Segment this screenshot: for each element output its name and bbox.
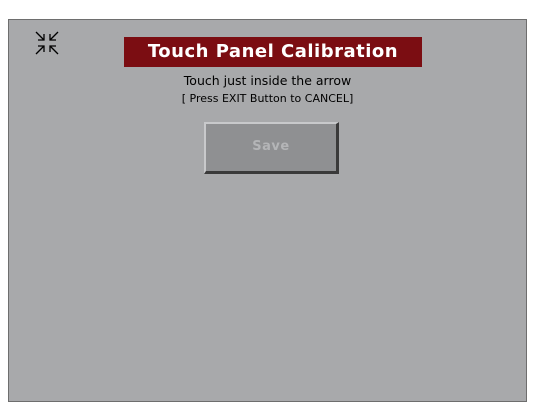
page-title: Touch Panel Calibration <box>124 37 422 67</box>
calibration-screen: Touch Panel Calibration Touch just insid… <box>8 19 527 402</box>
cancel-hint-text: [ Press EXIT Button to CANCEL] <box>181 92 354 105</box>
calibration-arrows-icon[interactable] <box>34 30 60 56</box>
save-button[interactable]: Save <box>204 122 339 174</box>
instruction-text: Touch just inside the arrow <box>183 73 352 88</box>
